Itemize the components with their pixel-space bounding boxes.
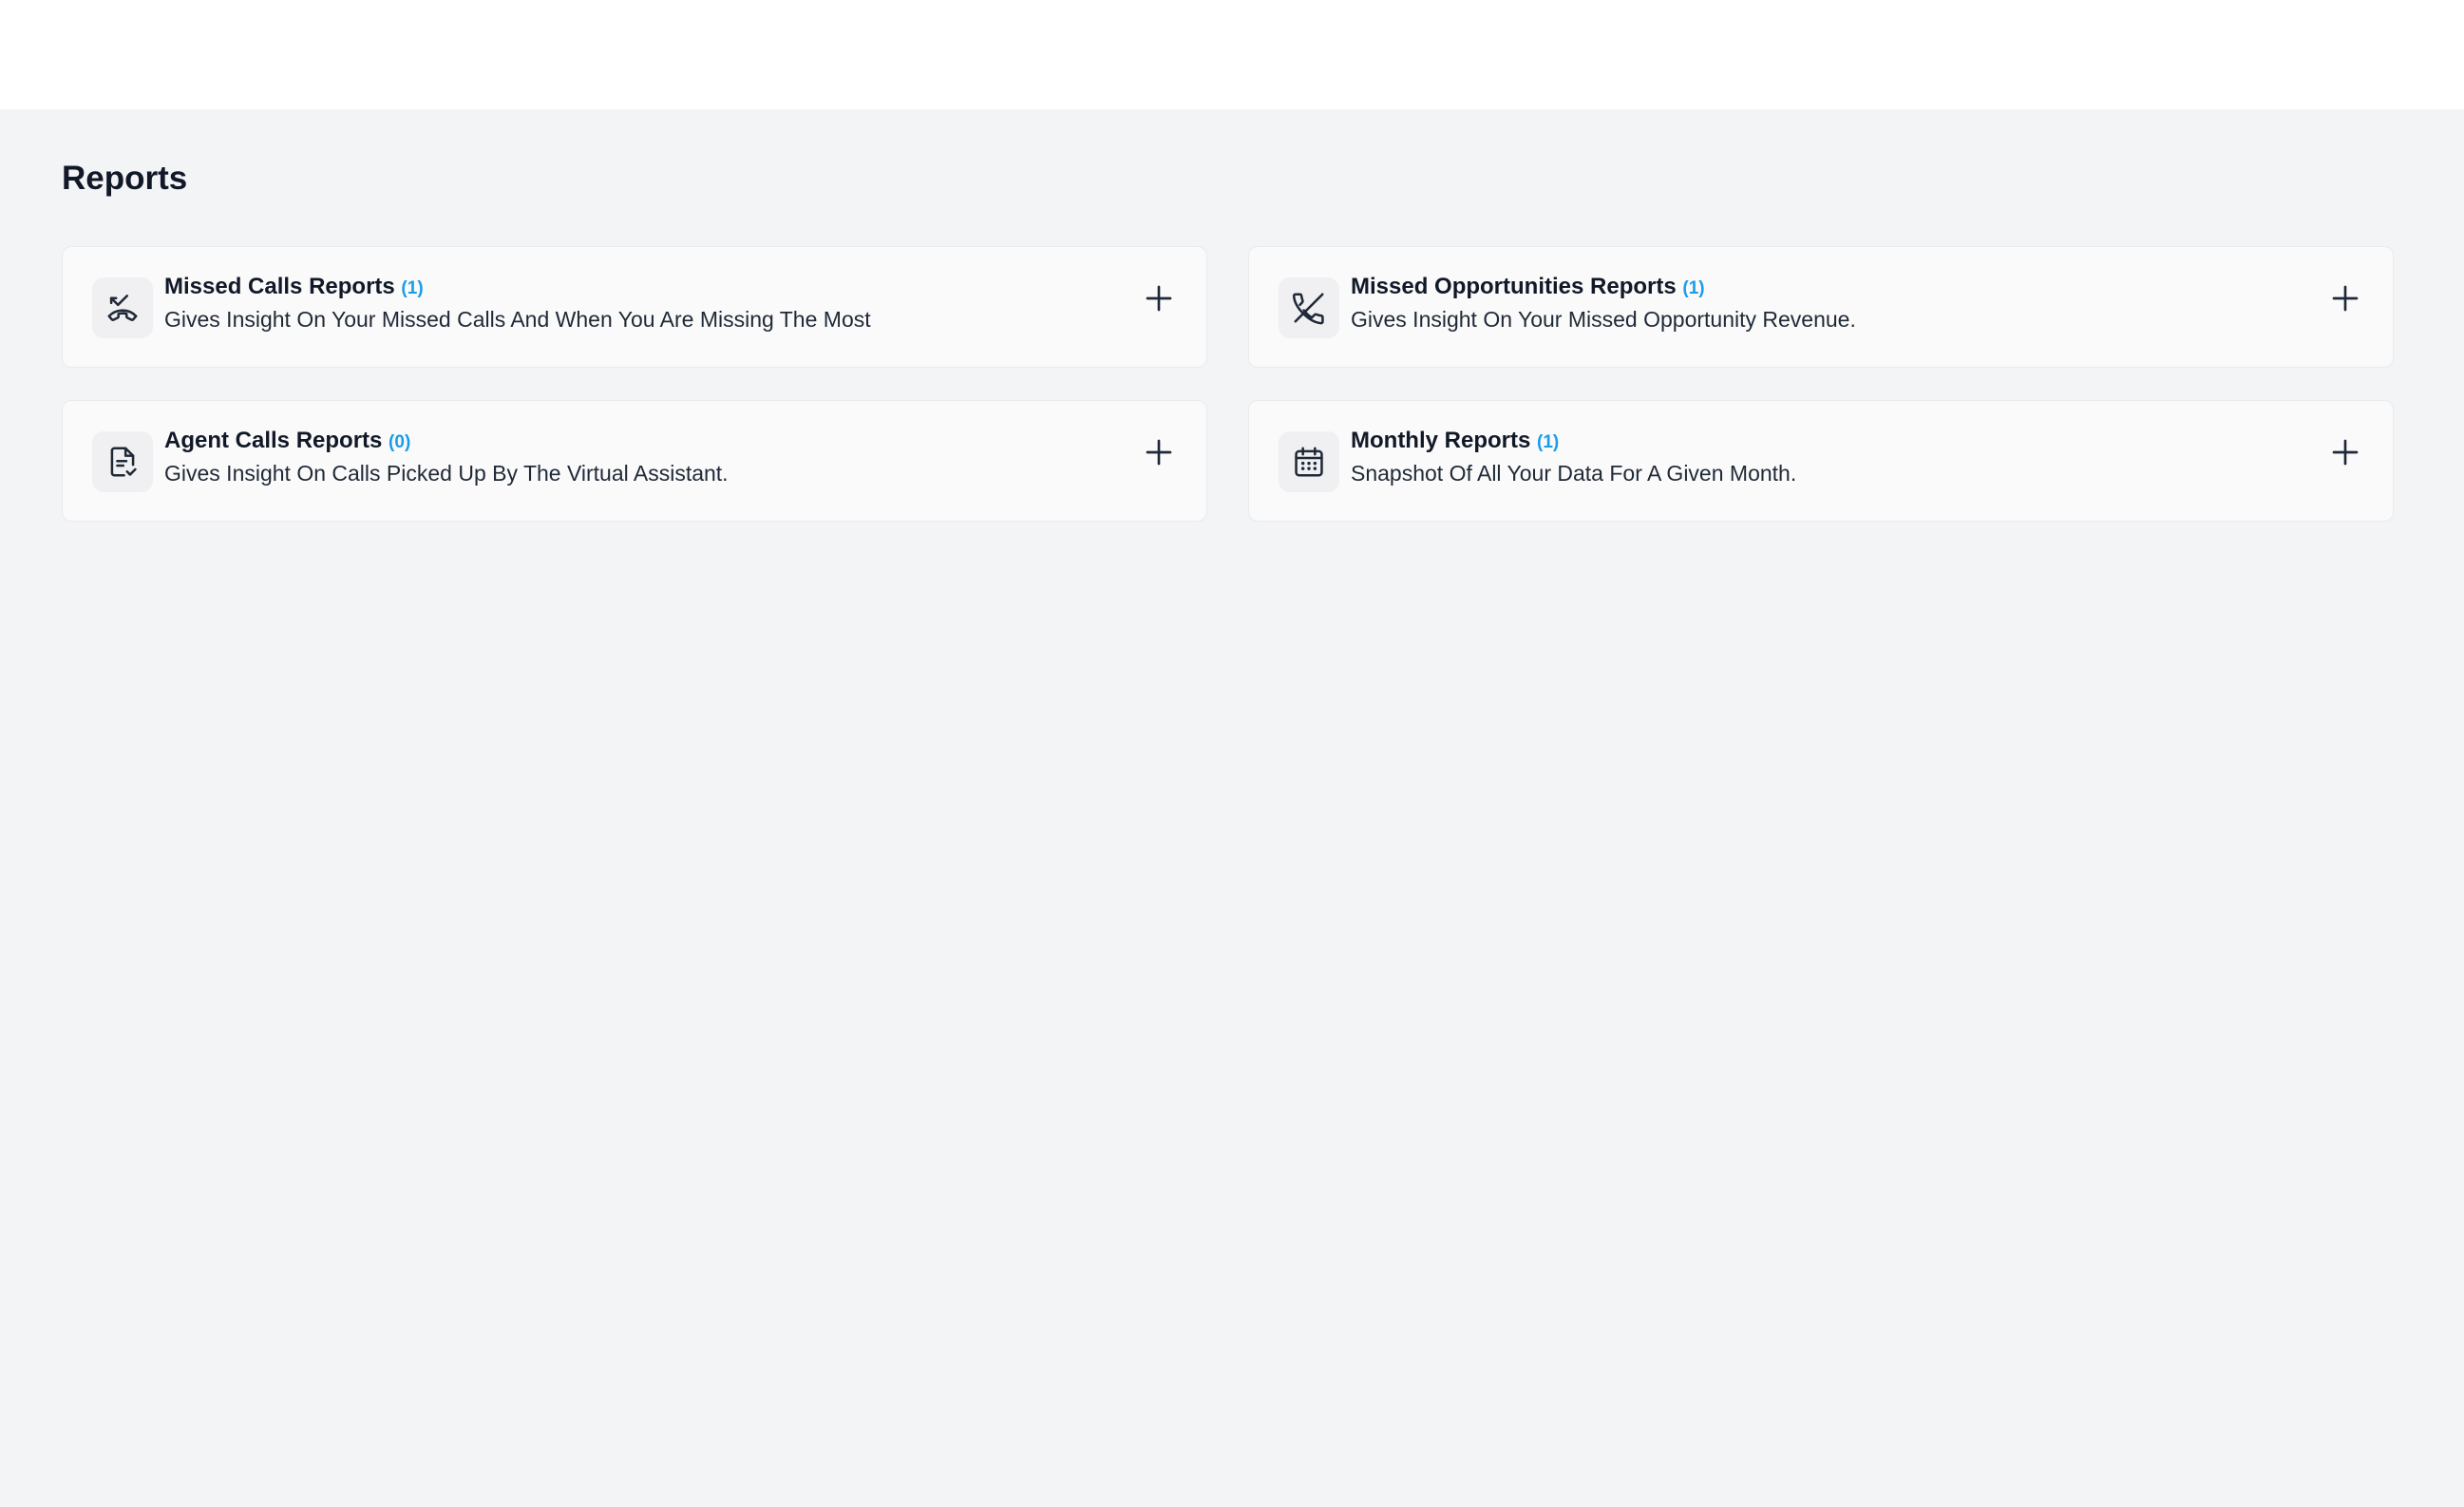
plus-icon [1146, 285, 1172, 312]
plus-icon [2332, 285, 2359, 312]
report-count-badge: (1) [1537, 432, 1560, 452]
report-title: Missed Opportunities Reports [1351, 274, 1677, 299]
plus-icon [2332, 439, 2359, 466]
top-bar [0, 0, 2464, 109]
report-card-missed-calls[interactable]: Missed Calls Reports (1) Gives Insight O… [62, 246, 1207, 368]
missed-call-icon [92, 277, 153, 338]
report-title: Agent Calls Reports [164, 428, 383, 453]
add-button[interactable] [2326, 433, 2364, 471]
report-description: Gives Insight On Your Missed Calls And W… [164, 307, 871, 332]
page-title: Reports [62, 160, 188, 197]
plus-icon [1146, 439, 1172, 466]
add-button[interactable] [2326, 279, 2364, 317]
calendar-icon [1279, 431, 1339, 492]
document-check-icon [92, 431, 153, 492]
report-description: Snapshot Of All Your Data For A Given Mo… [1351, 461, 1797, 486]
report-description: Gives Insight On Your Missed Opportunity… [1351, 307, 1856, 332]
add-button[interactable] [1140, 433, 1178, 471]
report-count-badge: (1) [401, 278, 424, 298]
report-title: Monthly Reports [1351, 428, 1531, 453]
add-button[interactable] [1140, 279, 1178, 317]
report-card-missed-opportunities[interactable]: Missed Opportunities Reports (1) Gives I… [1248, 246, 2394, 368]
report-card-monthly[interactable]: Monthly Reports (1) Snapshot Of All Your… [1248, 400, 2394, 522]
report-title: Missed Calls Reports [164, 274, 395, 299]
report-description: Gives Insight On Calls Picked Up By The … [164, 461, 729, 486]
report-count-badge: (1) [1682, 278, 1705, 298]
report-card-agent-calls[interactable]: Agent Calls Reports (0) Gives Insight On… [62, 400, 1207, 522]
phone-off-icon [1279, 277, 1339, 338]
report-count-badge: (0) [389, 432, 411, 452]
